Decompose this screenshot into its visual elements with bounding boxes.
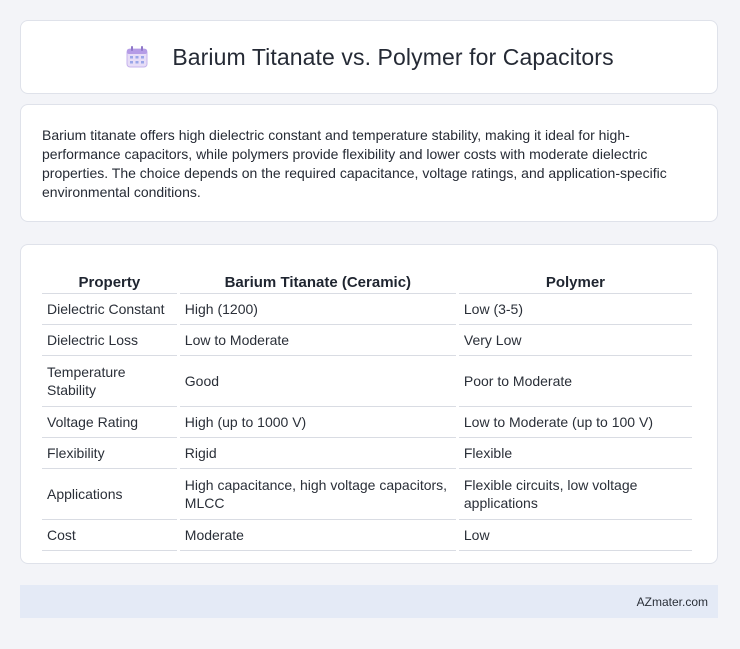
barium-titanate-cell: High (up to 1000 V) bbox=[179, 407, 456, 438]
polymer-cell: Poor to Moderate bbox=[458, 356, 692, 407]
property-cell: Cost bbox=[42, 520, 177, 551]
table-row: Temperature Stability Good Poor to Moder… bbox=[42, 356, 692, 407]
polymer-cell: Very Low bbox=[458, 325, 692, 356]
summary-card: Barium titanate offers high dielectric c… bbox=[20, 104, 718, 222]
property-cell: Dielectric Loss bbox=[42, 325, 177, 356]
property-cell: Flexibility bbox=[42, 438, 177, 469]
table-header-row: Property Barium Titanate (Ceramic) Polym… bbox=[42, 263, 692, 294]
calendar-icon bbox=[124, 44, 150, 70]
barium-titanate-cell: Good bbox=[179, 356, 456, 407]
barium-titanate-cell: Low to Moderate bbox=[179, 325, 456, 356]
comparison-table: Property Barium Titanate (Ceramic) Polym… bbox=[39, 263, 695, 551]
table-row: Flexibility Rigid Flexible bbox=[42, 438, 692, 469]
barium-titanate-cell: High (1200) bbox=[179, 294, 456, 325]
barium-titanate-cell: Moderate bbox=[179, 520, 456, 551]
table-row: Voltage Rating High (up to 1000 V) Low t… bbox=[42, 407, 692, 438]
page-title: Barium Titanate vs. Polymer for Capacito… bbox=[172, 43, 614, 70]
table-row: Cost Moderate Low bbox=[42, 520, 692, 551]
barium-titanate-cell: Rigid bbox=[179, 438, 456, 469]
property-cell: Dielectric Constant bbox=[42, 294, 177, 325]
polymer-cell: Flexible bbox=[458, 438, 692, 469]
header-barium-titanate: Barium Titanate (Ceramic) bbox=[179, 263, 456, 294]
title-card: Barium Titanate vs. Polymer for Capacito… bbox=[20, 20, 718, 94]
comparison-card: Property Barium Titanate (Ceramic) Polym… bbox=[20, 244, 718, 564]
polymer-cell: Low (3-5) bbox=[458, 294, 692, 325]
header-property: Property bbox=[42, 263, 177, 294]
footer-brand[interactable]: AZmater.com bbox=[637, 595, 708, 609]
footer-bar: AZmater.com bbox=[20, 585, 718, 618]
table-row: Dielectric Constant High (1200) Low (3-5… bbox=[42, 294, 692, 325]
property-cell: Voltage Rating bbox=[42, 407, 177, 438]
polymer-cell: Low to Moderate (up to 100 V) bbox=[458, 407, 692, 438]
polymer-cell: Low bbox=[458, 520, 692, 551]
table-row: Dielectric Loss Low to Moderate Very Low bbox=[42, 325, 692, 356]
barium-titanate-cell: High capacitance, high voltage capacitor… bbox=[179, 469, 456, 520]
property-cell: Temperature Stability bbox=[42, 356, 177, 407]
summary-text: Barium titanate offers high dielectric c… bbox=[42, 127, 667, 200]
property-cell: Applications bbox=[42, 469, 177, 520]
table-row: Applications High capacitance, high volt… bbox=[42, 469, 692, 520]
header-polymer: Polymer bbox=[458, 263, 692, 294]
polymer-cell: Flexible circuits, low voltage applicati… bbox=[458, 469, 692, 520]
